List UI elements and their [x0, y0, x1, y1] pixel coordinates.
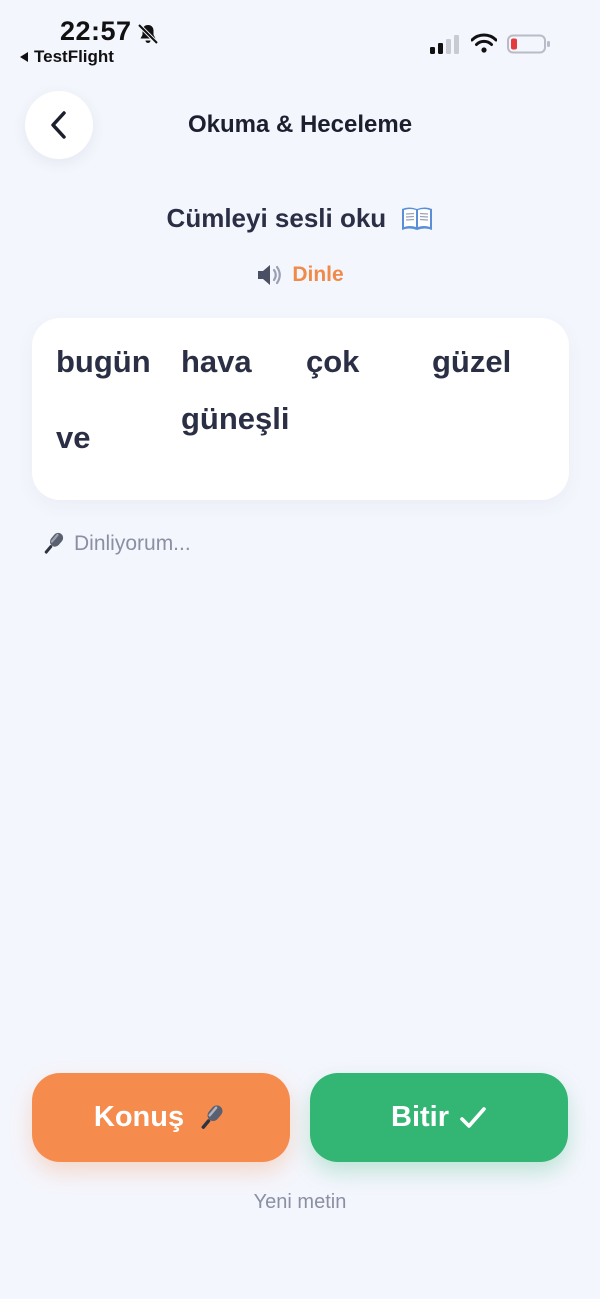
word-item[interactable]: bugün	[56, 344, 151, 380]
back-to-app-link[interactable]: TestFlight	[20, 47, 114, 67]
finish-button[interactable]: Bitir	[310, 1073, 568, 1162]
speaker-icon	[258, 265, 282, 285]
microphone-icon	[201, 1104, 223, 1129]
signal-icon	[430, 35, 459, 54]
speak-button-label: Konuş	[93, 1101, 185, 1133]
status-time: 22:57	[60, 16, 132, 46]
listen-label: Dinle	[292, 263, 344, 286]
word-item[interactable]: ve	[56, 420, 90, 456]
speak-button[interactable]: Konuş	[32, 1073, 290, 1162]
back-triangle-icon	[20, 52, 28, 62]
back-app-label: TestFlight	[34, 47, 114, 66]
sentence-words-card: bugün hava çok güzel ve güneşli	[32, 318, 569, 500]
page-title: Okuma & Heceleme	[187, 111, 413, 138]
word-item[interactable]: çok	[306, 344, 359, 380]
prompt-title: Cümleyi sesli oku	[0, 203, 600, 234]
finish-button-label: Bitir	[391, 1101, 449, 1133]
word-item[interactable]: güzel	[432, 344, 511, 380]
word-item[interactable]: hava	[181, 344, 252, 380]
checkmark-icon	[460, 1106, 486, 1128]
wifi-icon	[471, 33, 497, 53]
prompt-title-text: Cümleyi sesli oku	[166, 203, 387, 233]
listening-text: Dinliyorum...	[74, 532, 191, 555]
bell-off-icon	[137, 23, 159, 45]
listen-button[interactable]: Dinle	[0, 262, 600, 288]
word-item[interactable]: güneşli	[181, 401, 291, 437]
microphone-icon	[44, 532, 64, 554]
book-icon	[402, 207, 433, 230]
new-text-link[interactable]: Yeni metin	[0, 1191, 600, 1214]
listening-status: Dinliyorum...	[38, 529, 191, 559]
battery-icon	[507, 34, 550, 54]
